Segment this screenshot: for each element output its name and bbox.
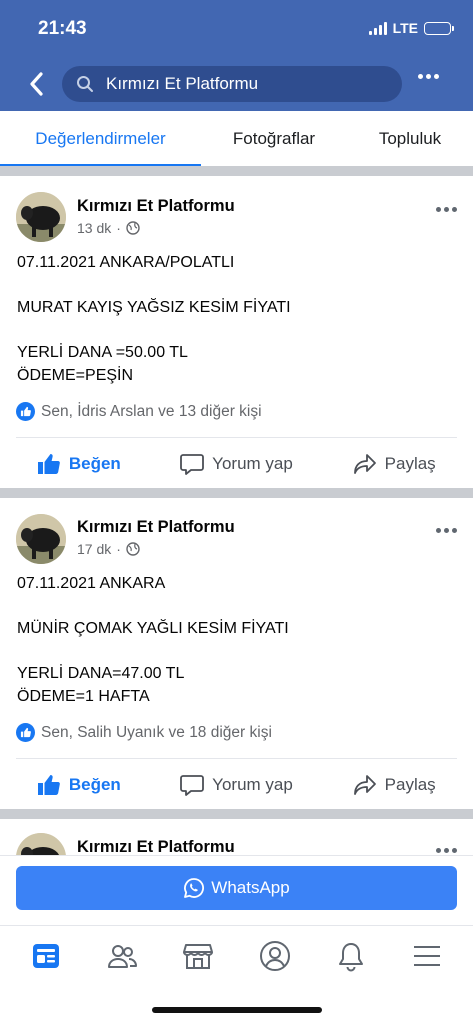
signal-icon [368, 21, 387, 35]
post-card: Kırmızı Et Platformu [0, 819, 473, 859]
bull-photo-icon [16, 192, 66, 242]
like-button[interactable]: Beğen [0, 763, 158, 807]
share-button[interactable]: Paylaş [315, 442, 473, 486]
share-button[interactable]: Paylaş [315, 763, 473, 807]
post-options-button[interactable] [436, 528, 457, 533]
globe-icon [126, 542, 140, 556]
reaction-summary[interactable]: Sen, İdris Arslan ve 13 diğer kişi [16, 402, 262, 421]
post-text: 07.11.2021 ANKARA/POLATLI MURAT KAYIŞ YAĞ… [17, 254, 291, 384]
nav-profile[interactable] [250, 934, 300, 978]
tab-community[interactable]: Topluluk [347, 111, 473, 167]
divider [16, 758, 457, 759]
status-indicators: LTE [368, 20, 454, 36]
like-button[interactable]: Beğen [0, 442, 158, 486]
comment-icon [180, 775, 205, 796]
battery-icon [424, 21, 454, 35]
tab-reviews[interactable]: Değerlendirmeler [0, 111, 201, 167]
profile-icon [259, 940, 290, 971]
bottom-nav [0, 925, 473, 985]
nav-friends[interactable] [97, 934, 147, 978]
thumbs-up-icon [37, 775, 60, 795]
network-label: LTE [392, 20, 418, 36]
home-indicator [152, 1007, 322, 1013]
post-author[interactable]: Kırmızı Et Platformu [77, 518, 235, 537]
whatsapp-button[interactable]: WhatsApp [16, 866, 457, 910]
marketplace-icon [183, 943, 214, 969]
tab-photos[interactable]: Fotoğraflar [201, 111, 347, 167]
back-button[interactable] [22, 68, 50, 100]
post-separator [0, 488, 473, 498]
post-actions: Beğen Yorum yap Paylaş [0, 763, 473, 807]
feed-icon [33, 943, 60, 968]
post-separator [0, 809, 473, 819]
bull-photo-icon [16, 514, 66, 564]
share-icon [353, 454, 376, 474]
post-time: 17 dk [77, 541, 112, 557]
nav-menu[interactable] [402, 934, 452, 978]
post-meta: 17 dk · [77, 541, 140, 557]
post-text: 07.11.2021 ANKARA MÜNİR ÇOMAK YAĞLI KESİM… [17, 575, 289, 705]
bell-icon [338, 942, 363, 971]
post-actions: Beğen Yorum yap Paylaş [0, 442, 473, 486]
back-arrow-icon [30, 72, 43, 96]
comment-icon [180, 454, 205, 475]
avatar[interactable] [16, 514, 66, 564]
reaction-text: Sen, İdris Arslan ve 13 diğer kişi [41, 402, 262, 420]
whatsapp-bar: WhatsApp [0, 855, 473, 925]
friends-icon [108, 944, 138, 968]
post-meta: 13 dk · [77, 220, 140, 236]
more-options-button[interactable] [418, 74, 439, 79]
section-separator [0, 166, 473, 176]
nav-marketplace[interactable] [173, 934, 223, 978]
post-options-button[interactable] [436, 848, 457, 853]
page-tabs: Değerlendirmeler Fotoğraflar Topluluk [0, 111, 473, 167]
post-card: Kırmızı Et Platformu 13 dk · 07.11.2021 A… [0, 176, 473, 488]
like-reaction-icon [16, 402, 35, 421]
menu-icon [413, 945, 440, 966]
search-icon [77, 76, 93, 92]
like-reaction-icon [16, 723, 35, 742]
status-time: 21:43 [38, 18, 87, 39]
comment-button[interactable]: Yorum yap [158, 763, 316, 807]
comment-button[interactable]: Yorum yap [158, 442, 316, 486]
post-author[interactable]: Kırmızı Et Platformu [77, 197, 235, 216]
post-time: 13 dk [77, 220, 112, 236]
whatsapp-icon [184, 878, 205, 898]
thumbs-up-icon [37, 454, 60, 474]
avatar[interactable] [16, 192, 66, 242]
nav-notifications[interactable] [326, 934, 376, 978]
reaction-summary[interactable]: Sen, Salih Uyanık ve 18 diğer kişi [16, 723, 272, 742]
post-card: Kırmızı Et Platformu 17 dk · 07.11.2021 A… [0, 498, 473, 809]
app-header: 21:43 LTE Kırmızı Et Platformu [0, 0, 473, 111]
reaction-text: Sen, Salih Uyanık ve 18 diğer kişi [41, 723, 272, 741]
search-text: Kırmızı Et Platformu [106, 74, 259, 93]
post-options-button[interactable] [436, 207, 457, 212]
search-field[interactable]: Kırmızı Et Platformu [62, 66, 402, 102]
share-icon [353, 775, 376, 795]
divider [16, 437, 457, 438]
nav-feed[interactable] [21, 934, 71, 978]
globe-icon [126, 221, 140, 235]
